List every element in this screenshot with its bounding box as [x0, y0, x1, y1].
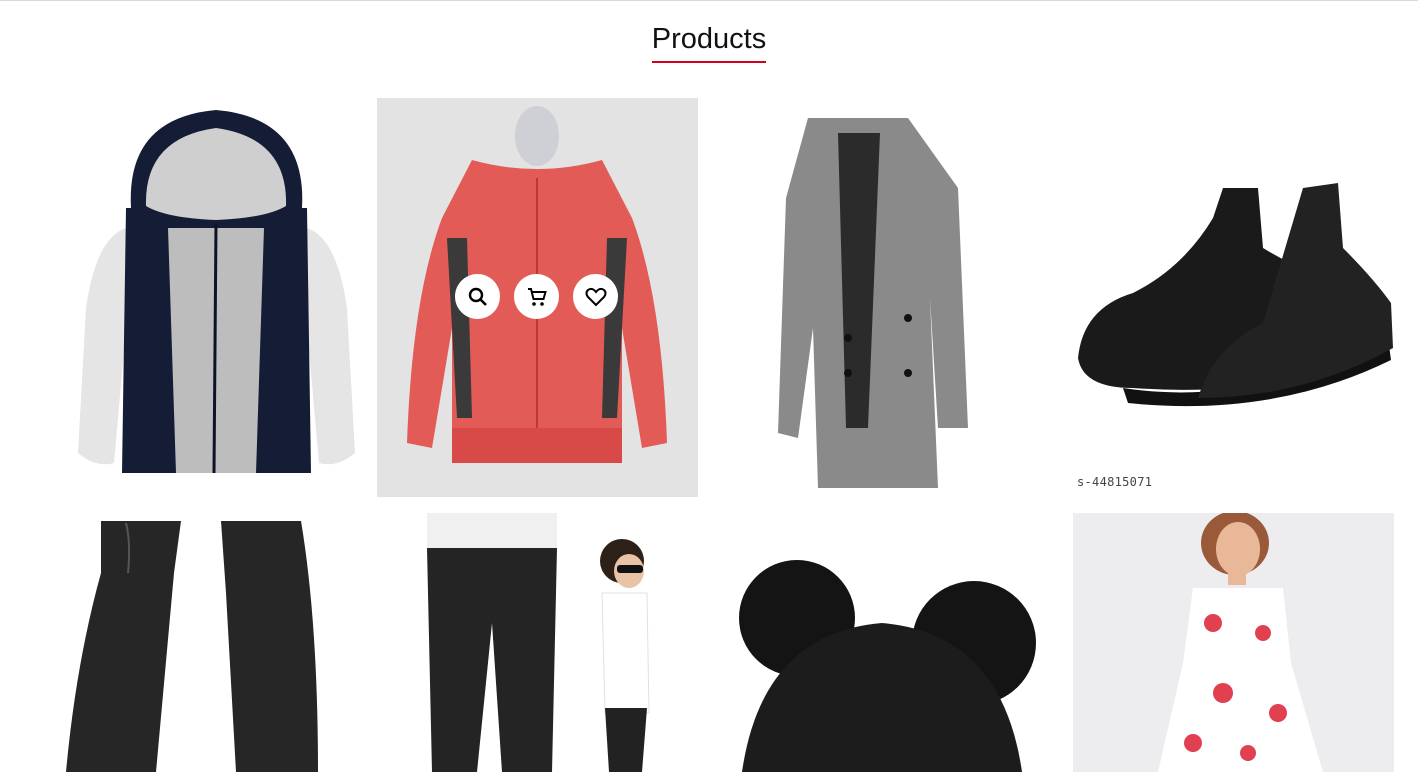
quick-view-button[interactable] [455, 274, 500, 319]
product-card-pompom-beanie[interactable] [722, 513, 1043, 772]
product-sku-label: s-44815071 [1077, 475, 1153, 489]
product-card-hoodie[interactable] [56, 98, 377, 497]
pompom-beanie-image [739, 560, 1036, 772]
black-sneakers-image [1078, 183, 1393, 407]
product-card-floral-dress[interactable] [1073, 513, 1394, 772]
section-title: Products [651, 22, 767, 63]
black-jeans-image [66, 521, 318, 772]
products-heading: Products [0, 22, 1418, 63]
kids-jeans-image [427, 513, 650, 772]
cart-icon [527, 287, 547, 306]
product-card-black-jeans[interactable] [56, 513, 377, 772]
product-card-black-sneakers[interactable] [1073, 98, 1394, 497]
search-icon [468, 287, 487, 306]
grey-coat-image [778, 118, 968, 488]
floral-dress-image [1158, 513, 1323, 772]
wishlist-button[interactable] [573, 274, 618, 319]
heart-icon [585, 287, 606, 306]
hoodie-image [78, 110, 355, 474]
top-divider [0, 0, 1418, 1]
product-quick-actions [455, 274, 618, 319]
add-to-cart-button[interactable] [514, 274, 559, 319]
product-card-red-jacket[interactable] [377, 98, 698, 497]
product-card-grey-coat[interactable] [698, 98, 1019, 497]
product-card-kids-jeans[interactable] [377, 513, 698, 772]
